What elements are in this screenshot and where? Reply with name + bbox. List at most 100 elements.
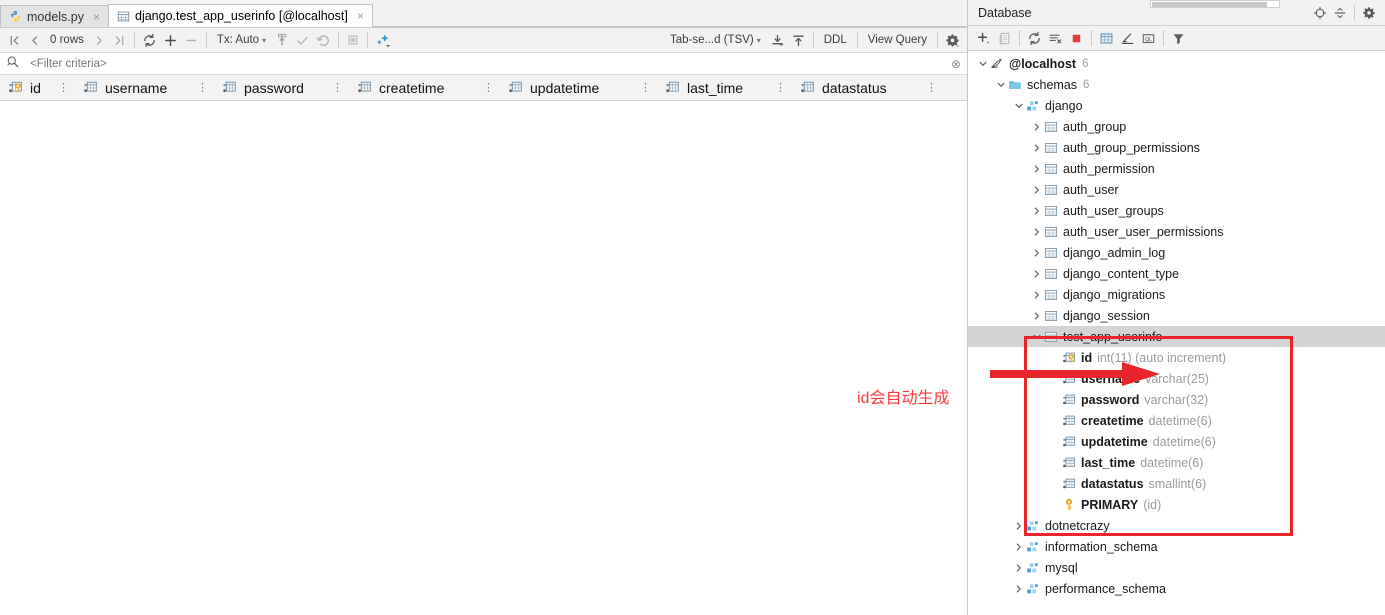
tree-node-django_migrations[interactable]: django_migrations bbox=[968, 284, 1385, 305]
tree-node-updatetime[interactable]: updatetime datetime(6) bbox=[968, 431, 1385, 452]
add-row-button[interactable] bbox=[160, 30, 181, 51]
tree-node-django_admin_log[interactable]: django_admin_log bbox=[968, 242, 1385, 263]
close-icon[interactable]: × bbox=[92, 11, 101, 23]
tree-node-mysql[interactable]: mysql bbox=[968, 557, 1385, 578]
tree-node-datastatus[interactable]: datastatus smallint(6) bbox=[968, 473, 1385, 494]
grid-column-header-datastatus[interactable]: datastatus bbox=[792, 75, 920, 100]
chevron-right-icon[interactable] bbox=[1012, 521, 1026, 531]
output-format-dropdown[interactable]: Tab-se...d (TSV) ▾ bbox=[664, 34, 767, 46]
tree-node-PRIMARY[interactable]: PRIMARY (id) bbox=[968, 494, 1385, 515]
prev-page-button[interactable] bbox=[24, 30, 44, 51]
rollback-button[interactable] bbox=[313, 30, 334, 51]
grid-column-header-id[interactable]: id bbox=[0, 75, 52, 100]
grid-column-header-last_time[interactable]: last_time bbox=[657, 75, 769, 100]
tree-node-auth_permission[interactable]: auth_permission bbox=[968, 158, 1385, 179]
chevron-right-icon[interactable] bbox=[1030, 311, 1044, 321]
filter-icon[interactable] bbox=[1168, 28, 1189, 49]
grid-column-header-createtime[interactable]: createtime bbox=[349, 75, 477, 100]
column-sort-handle[interactable]: ⋮ bbox=[634, 81, 657, 94]
sync-icon[interactable] bbox=[1045, 28, 1066, 49]
scroll-from-source-icon[interactable] bbox=[1310, 2, 1330, 23]
tree-node-createtime[interactable]: createtime datetime(6) bbox=[968, 410, 1385, 431]
query-console-icon[interactable]: QL bbox=[1138, 28, 1159, 49]
tree-node-id[interactable]: id int(11) (auto increment) bbox=[968, 347, 1385, 368]
tree-node-django[interactable]: django bbox=[968, 95, 1385, 116]
tree-node-schemas[interactable]: schemas 6 bbox=[968, 74, 1385, 95]
reload-icon[interactable] bbox=[139, 30, 160, 51]
scrollbar-thumb[interactable] bbox=[1152, 2, 1267, 7]
grid-column-header-password[interactable]: password bbox=[214, 75, 326, 100]
grid-column-header-updatetime[interactable]: updatetime bbox=[500, 75, 634, 100]
transaction-mode-dropdown[interactable]: Tx: Auto ▾ bbox=[211, 34, 272, 46]
add-icon[interactable] bbox=[973, 28, 994, 49]
tree-node-auth_user[interactable]: auth_user bbox=[968, 179, 1385, 200]
chevron-right-icon[interactable] bbox=[1030, 248, 1044, 258]
editor-tab-models-py[interactable]: models.py × bbox=[0, 5, 109, 27]
tree-node-last_time[interactable]: last_time datetime(6) bbox=[968, 452, 1385, 473]
chevron-right-icon[interactable] bbox=[1030, 185, 1044, 195]
column-sort-handle[interactable]: ⋮ bbox=[326, 81, 349, 94]
column-sort-handle[interactable]: ⋮ bbox=[477, 81, 500, 94]
schema-icon bbox=[1026, 561, 1040, 575]
editor-tab-userinfo-table[interactable]: django.test_app_userinfo [@localhost] × bbox=[108, 4, 373, 27]
chevron-down-icon[interactable] bbox=[1030, 332, 1044, 342]
modify-object-icon[interactable] bbox=[1117, 28, 1138, 49]
chevron-right-icon[interactable] bbox=[1030, 206, 1044, 216]
chevron-right-icon[interactable] bbox=[1030, 269, 1044, 279]
stop-icon[interactable] bbox=[1066, 28, 1087, 49]
tree-node-auth_group[interactable]: auth_group bbox=[968, 116, 1385, 137]
chevron-right-icon[interactable] bbox=[1012, 563, 1026, 573]
clear-filter-icon[interactable]: ⊗ bbox=[951, 57, 961, 71]
tree-node-@localhost[interactable]: @localhost 6 bbox=[968, 53, 1385, 74]
tree-node-django_content_type[interactable]: django_content_type bbox=[968, 263, 1385, 284]
chevron-right-icon[interactable] bbox=[1012, 584, 1026, 594]
tree-node-auth_group_permissions[interactable]: auth_group_permissions bbox=[968, 137, 1385, 158]
horizontal-scrollbar-fragment[interactable] bbox=[1150, 0, 1280, 8]
table-editor-icon[interactable] bbox=[1096, 28, 1117, 49]
chevron-right-icon[interactable] bbox=[1030, 290, 1044, 300]
chevron-right-icon[interactable] bbox=[1012, 542, 1026, 552]
close-icon[interactable]: × bbox=[356, 10, 365, 22]
next-page-button[interactable] bbox=[90, 30, 110, 51]
column-sort-handle[interactable]: ⋮ bbox=[52, 81, 75, 94]
chevron-right-icon[interactable] bbox=[1030, 227, 1044, 237]
copy-datasource-icon[interactable] bbox=[994, 28, 1015, 49]
commit-button[interactable] bbox=[292, 30, 313, 51]
results-grid-body[interactable] bbox=[0, 101, 967, 599]
tree-node-information_schema[interactable]: information_schema bbox=[968, 536, 1385, 557]
modify-icon[interactable] bbox=[372, 30, 394, 51]
import-icon[interactable] bbox=[767, 30, 788, 51]
chevron-right-icon[interactable] bbox=[1030, 122, 1044, 132]
submit-icon[interactable] bbox=[272, 30, 292, 51]
filter-criteria-input[interactable] bbox=[28, 56, 943, 71]
tree-node-username[interactable]: username varchar(25) bbox=[968, 368, 1385, 389]
chevron-right-icon[interactable] bbox=[1030, 143, 1044, 153]
chevron-down-icon[interactable] bbox=[994, 80, 1008, 90]
ddl-button[interactable]: DDL bbox=[818, 34, 853, 46]
column-sort-handle[interactable]: ⋮ bbox=[191, 81, 214, 94]
tree-node-password[interactable]: password varchar(32) bbox=[968, 389, 1385, 410]
refresh-icon[interactable] bbox=[1024, 28, 1045, 49]
gear-icon[interactable] bbox=[1359, 2, 1379, 23]
collapse-all-icon[interactable] bbox=[1330, 2, 1350, 23]
tree-node-performance_schema[interactable]: performance_schema bbox=[968, 578, 1385, 599]
last-page-button[interactable] bbox=[110, 30, 130, 51]
tree-node-auth_user_user_permissions[interactable]: auth_user_user_permissions bbox=[968, 221, 1385, 242]
export-icon[interactable] bbox=[788, 30, 809, 51]
column-sort-handle[interactable]: ⋮ bbox=[920, 81, 943, 94]
gear-icon[interactable] bbox=[942, 30, 963, 51]
chevron-down-icon[interactable] bbox=[976, 59, 990, 69]
tree-node-test_app_userinfo[interactable]: test_app_userinfo bbox=[968, 326, 1385, 347]
tree-node-dotnetcrazy[interactable]: dotnetcrazy bbox=[968, 515, 1385, 536]
database-tree[interactable]: @localhost 6 schemas 6 django auth_group auth_… bbox=[968, 51, 1385, 615]
column-sort-handle[interactable]: ⋮ bbox=[769, 81, 792, 94]
grid-column-header-username[interactable]: username bbox=[75, 75, 191, 100]
delete-row-button[interactable] bbox=[181, 30, 202, 51]
view-query-button[interactable]: View Query bbox=[862, 34, 933, 46]
stop-icon[interactable] bbox=[343, 30, 363, 51]
chevron-down-icon[interactable] bbox=[1012, 101, 1026, 111]
tree-node-auth_user_groups[interactable]: auth_user_groups bbox=[968, 200, 1385, 221]
tree-node-django_session[interactable]: django_session bbox=[968, 305, 1385, 326]
first-page-button[interactable] bbox=[4, 30, 24, 51]
chevron-right-icon[interactable] bbox=[1030, 164, 1044, 174]
